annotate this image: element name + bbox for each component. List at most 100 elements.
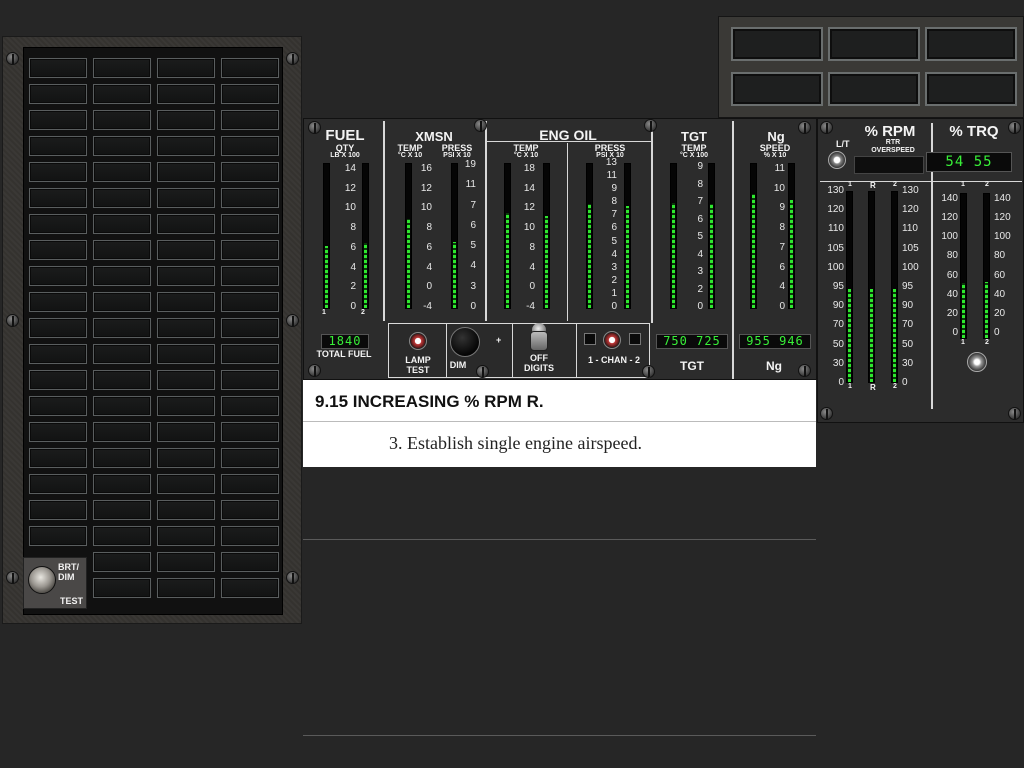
scale-tick-label: 11 — [465, 179, 476, 191]
caution-capsule — [828, 72, 920, 106]
eng-oil-press-scale: 13 11 9 8 7 6 5 4 3 2 1 0 — [595, 158, 617, 312]
rpm-col-2-label: 2 — [893, 181, 897, 188]
scale-tick-label: 4 — [611, 248, 617, 260]
caution-capsule — [29, 84, 87, 104]
scale-tick-label: 0 — [470, 301, 476, 312]
panel-screw — [798, 121, 811, 134]
tgt-bottom-label: TGT — [680, 359, 704, 373]
trq-bar-2 — [983, 193, 990, 339]
caution-capsule — [93, 396, 151, 416]
caution-capsule — [29, 396, 87, 416]
caution-capsule — [157, 448, 215, 468]
scale-tick-label: 8 — [779, 222, 785, 234]
scale-tick-label: 105 — [902, 242, 919, 254]
panel-screw — [644, 119, 657, 132]
scale-tick-label: 90 — [832, 300, 844, 312]
caution-capsule — [29, 162, 87, 182]
rpm-col-r-label: R — [870, 181, 876, 190]
caution-capsule — [29, 240, 87, 260]
scale-tick-label: 120 — [994, 212, 1011, 224]
scale-tick-label: 8 — [697, 178, 703, 190]
eng-oil-title: ENG OIL — [539, 127, 597, 143]
caution-capsule — [221, 110, 279, 130]
caution-capsule — [29, 188, 87, 208]
scale-tick-label: 4 — [470, 260, 476, 272]
panel-screw — [642, 365, 655, 378]
caution-capsule — [221, 136, 279, 156]
plus-label: + — [496, 335, 502, 345]
caution-capsule — [221, 240, 279, 260]
lt-button[interactable] — [828, 151, 846, 169]
eng-oil-press-bar-1 — [586, 163, 593, 309]
fuel-bar-2 — [362, 163, 369, 309]
scale-tick-label: 105 — [827, 242, 844, 254]
caution-capsule — [29, 292, 87, 312]
digits-label: DIGITS — [523, 363, 554, 373]
scale-tick-label: 7 — [470, 199, 476, 211]
trq-col-1-bottom: 1 — [961, 339, 965, 346]
caution-capsule — [29, 448, 87, 468]
caution-capsule — [157, 500, 215, 520]
scale-tick-label: 14 — [344, 163, 356, 174]
scale-tick-label: 130 — [827, 185, 844, 196]
scale-tick-label: 7 — [697, 196, 703, 207]
caution-capsule — [157, 526, 215, 546]
fuel-units: LB X 100 — [330, 152, 360, 159]
fuel-title: FUEL — [325, 127, 365, 144]
trq-select-button[interactable] — [967, 352, 987, 372]
ng-bar-1 — [750, 163, 757, 309]
scale-tick-label: 70 — [902, 319, 914, 331]
caution-capsule — [93, 240, 151, 260]
scale-tick-label: 6 — [470, 219, 476, 231]
caution-capsule — [93, 84, 151, 104]
scale-tick-label: 12 — [420, 182, 432, 194]
caution-capsule — [29, 110, 87, 130]
scale-tick-label: 4 — [697, 248, 703, 260]
chan-select-button[interactable] — [603, 331, 621, 349]
scale-tick-label: 100 — [902, 261, 919, 273]
scale-tick-label: 10 — [773, 182, 785, 194]
caution-capsule — [221, 370, 279, 390]
scale-tick-label: 50 — [902, 338, 914, 350]
scale-tick-label: 110 — [902, 223, 918, 235]
scale-tick-label: 8 — [350, 222, 356, 234]
xmsn-title: XMSN — [415, 129, 453, 144]
scale-tick-label: 40 — [994, 288, 1006, 300]
scale-tick-label: 95 — [832, 281, 844, 292]
caution-capsule — [157, 552, 215, 572]
caution-capsule — [157, 422, 215, 442]
caution-capsule — [221, 448, 279, 468]
tgt-bar-2 — [708, 163, 715, 309]
scale-tick-label: 80 — [994, 250, 1006, 262]
scale-tick-label: 2 — [697, 283, 703, 295]
xmsn-temp-bar — [405, 163, 412, 309]
dim-knob[interactable] — [450, 327, 480, 357]
caution-capsule — [29, 136, 87, 156]
panel-screw — [474, 119, 487, 132]
caution-capsule — [29, 474, 87, 494]
scale-tick-label: 4 — [779, 281, 785, 293]
scale-tick-label: 0 — [611, 301, 617, 312]
scale-tick-label: 3 — [697, 266, 703, 277]
scale-tick-label: 0 — [902, 377, 908, 388]
rtr-label: RTR — [885, 139, 901, 146]
brt-dim-test-switch[interactable] — [28, 566, 56, 594]
caution-capsule — [157, 84, 215, 104]
caution-capsule — [93, 292, 151, 312]
caution-capsule — [93, 370, 151, 390]
caution-capsule — [221, 474, 279, 494]
caution-capsule — [157, 214, 215, 234]
lamp-test-button[interactable] — [409, 332, 427, 350]
cockpit-trainer-screen: BRT/ DIM TEST FUEL QTY LB X 100 14 12 10 8 6… — [0, 0, 1024, 768]
panel-screw — [286, 314, 299, 327]
caution-capsule — [93, 188, 151, 208]
scale-tick-label: 3 — [470, 280, 476, 292]
panel-screw — [1008, 407, 1021, 420]
scale-tick-label: 7 — [611, 209, 617, 221]
caution-capsule — [221, 214, 279, 234]
scale-tick-label: 20 — [946, 307, 958, 319]
trq-col-2-bottom: 2 — [985, 339, 989, 346]
off-label: OFF — [530, 353, 548, 363]
caution-capsule — [93, 318, 151, 338]
scale-tick-label: 4 — [529, 261, 535, 273]
